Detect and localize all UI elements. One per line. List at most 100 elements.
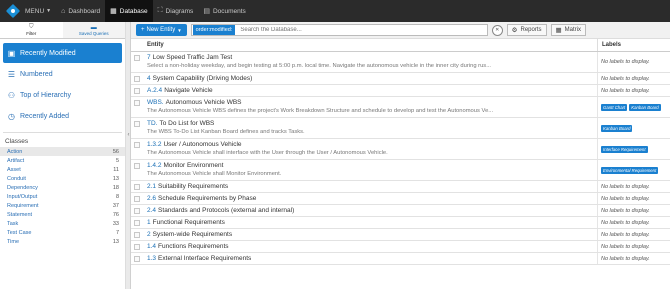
class-item[interactable]: Conduit 13 — [0, 174, 125, 183]
row-checkbox[interactable] — [134, 100, 140, 106]
entity-title[interactable]: 7 Low Speed Traffic Jam Test — [147, 54, 597, 62]
entity-cell[interactable]: 1 Functional Requirements — [143, 217, 597, 228]
entity-cell[interactable]: A.2.4 Navigate Vehicle — [143, 85, 597, 96]
entity-cell[interactable]: WBS. Autonomous Vehicle WBS The Autonomous… — [143, 97, 597, 117]
row-checkbox[interactable] — [134, 208, 140, 214]
label-badge[interactable]: Kanban Board — [601, 124, 633, 132]
row-checkbox[interactable] — [134, 184, 140, 190]
order-filter-chip[interactable]: order:modified: — [192, 25, 236, 35]
entity-name: Monitor Environment — [163, 162, 224, 169]
class-name: Conduit — [7, 175, 26, 182]
entity-title[interactable]: 1.4 Functions Requirements — [147, 243, 597, 251]
tab-saved-queries[interactable]: ▬ Saved Queries — [63, 22, 126, 38]
row-checkbox[interactable] — [134, 163, 140, 169]
matrix-button[interactable]: ▦ Matrix — [550, 24, 587, 36]
new-entity-button[interactable]: + New Entity ▼ — [136, 24, 187, 36]
table-row[interactable]: WBS. Autonomous Vehicle WBS The Autonomous… — [131, 97, 670, 118]
entity-cell[interactable]: 1.3.2 User / Autonomous Vehicle The Autono… — [143, 139, 597, 159]
class-item[interactable]: Test Case 7 — [0, 228, 125, 237]
row-checkbox[interactable] — [134, 142, 140, 148]
entity-number: 4 — [147, 75, 151, 82]
entity-title[interactable]: 2.6 Schedule Requirements by Phase — [147, 195, 597, 203]
table-row[interactable]: TD. To Do List for WBS The WBS To-Do List … — [131, 118, 670, 139]
table-row[interactable]: 4 System Capability (Driving Modes) No lab… — [131, 73, 670, 85]
entity-cell[interactable]: 2 System-wide Requirements — [143, 229, 597, 240]
table-row[interactable]: 2.6 Schedule Requirements by Phase No labe… — [131, 193, 670, 205]
table-row[interactable]: 1.4 Functions Requirements No labels to di… — [131, 241, 670, 253]
class-item[interactable]: Task 33 — [0, 219, 125, 228]
entity-cell[interactable]: TD. To Do List for WBS The WBS To-Do List … — [143, 118, 597, 138]
plus-icon: + — [141, 27, 145, 33]
entity-title[interactable]: 2.4 Standards and Protocols (external and… — [147, 207, 597, 215]
entity-cell[interactable]: 4 System Capability (Driving Modes) — [143, 73, 597, 84]
menu-button[interactable]: MENU ▼ — [20, 0, 56, 22]
entity-cell[interactable]: 1.4 Functions Requirements — [143, 241, 597, 252]
table-row[interactable]: A.2.4 Navigate Vehicle No labels to displa… — [131, 85, 670, 97]
row-checkbox[interactable] — [134, 88, 140, 94]
entity-title[interactable]: 1.3 External Interface Requirements — [147, 255, 597, 263]
entity-title[interactable]: 2 System-wide Requirements — [147, 231, 597, 239]
row-checkbox[interactable] — [134, 196, 140, 202]
entity-cell[interactable]: 7 Low Speed Traffic Jam Test Select a non-… — [143, 52, 597, 72]
class-item[interactable]: Dependency 18 — [0, 183, 125, 192]
table-row[interactable]: 1.4.2 Monitor Environment The Autonomous V… — [131, 160, 670, 181]
table-row[interactable]: 1.3 External Interface Requirements No lab… — [131, 253, 670, 265]
nav-dashboard[interactable]: ⌂ Dashboard — [56, 0, 105, 22]
class-item[interactable]: Requirement 37 — [0, 201, 125, 210]
row-checkbox[interactable] — [134, 256, 140, 262]
quick-filter-numbered[interactable]: ☰ Numbered — [3, 64, 122, 84]
entity-title[interactable]: WBS. Autonomous Vehicle WBS — [147, 99, 597, 107]
classes-heading: Classes — [5, 138, 29, 145]
table-row[interactable]: 2.4 Standards and Protocols (external and… — [131, 205, 670, 217]
entity-title[interactable]: 2.1 Suitability Requirements — [147, 183, 597, 191]
label-badge[interactable]: Gantt Chart — [601, 103, 628, 111]
table-row[interactable]: 1 Functional Requirements No labels to dis… — [131, 217, 670, 229]
search-input[interactable] — [240, 27, 487, 33]
reports-button[interactable]: ⚙ Reports — [506, 24, 547, 36]
class-item[interactable]: Time 13 — [0, 237, 125, 246]
row-checkbox[interactable] — [134, 232, 140, 238]
entity-number: TD. — [147, 120, 158, 127]
row-checkbox[interactable] — [134, 244, 140, 250]
table-row[interactable]: 7 Low Speed Traffic Jam Test Select a non-… — [131, 52, 670, 73]
no-labels-text: No labels to display. — [601, 87, 650, 94]
row-checkbox[interactable] — [134, 76, 140, 82]
tab-filter[interactable]: ⛉ Filter — [0, 22, 63, 38]
quick-filter-recently-modified[interactable]: ▣ Recently Modified — [3, 43, 122, 63]
entity-title[interactable]: 4 System Capability (Driving Modes) — [147, 75, 597, 83]
clear-search-button[interactable]: ✕ — [491, 24, 503, 36]
row-checkbox[interactable] — [134, 220, 140, 226]
row-checkbox[interactable] — [134, 55, 140, 61]
class-item[interactable]: Artifact 5 — [0, 156, 125, 165]
class-item[interactable]: Asset 11 — [0, 165, 125, 174]
entity-title[interactable]: 1.4.2 Monitor Environment — [147, 162, 597, 170]
table-row[interactable]: 1.3.2 User / Autonomous Vehicle The Autono… — [131, 139, 670, 160]
entity-cell[interactable]: 1.3 External Interface Requirements — [143, 253, 597, 264]
row-checkbox[interactable] — [134, 121, 140, 127]
entity-title[interactable]: A.2.4 Navigate Vehicle — [147, 87, 597, 95]
entity-title[interactable]: 1 Functional Requirements — [147, 219, 597, 227]
label-badge[interactable]: Environmental Requirement — [601, 166, 659, 174]
class-item[interactable]: Input/Output 8 — [0, 192, 125, 201]
entity-cell[interactable]: 1.4.2 Monitor Environment The Autonomous V… — [143, 160, 597, 180]
label-badge[interactable]: Kanban Board — [629, 103, 661, 111]
table-row[interactable]: 2 System-wide Requirements No labels to di… — [131, 229, 670, 241]
nav-diagrams[interactable]: ⛶ Diagrams — [153, 0, 199, 22]
column-header-entity[interactable]: Entity — [143, 39, 597, 51]
class-item[interactable]: Action 56 — [0, 147, 125, 156]
column-header-labels[interactable]: Labels — [597, 39, 670, 51]
nav-documents[interactable]: ▤ Documents — [198, 0, 251, 22]
row-checkbox-cell — [131, 118, 143, 138]
entity-cell[interactable]: 2.6 Schedule Requirements by Phase — [143, 193, 597, 204]
nav-database[interactable]: ▦ Database — [105, 0, 153, 22]
label-badge[interactable]: Interface Requirement — [601, 145, 648, 153]
entity-cell[interactable]: 2.4 Standards and Protocols (external and… — [143, 205, 597, 216]
entity-name: Schedule Requirements by Phase — [158, 195, 257, 202]
entity-title[interactable]: 1.3.2 User / Autonomous Vehicle — [147, 141, 597, 149]
entity-cell[interactable]: 2.1 Suitability Requirements — [143, 181, 597, 192]
table-row[interactable]: 2.1 Suitability Requirements No labels to … — [131, 181, 670, 193]
quick-filter-top-of-hierarchy[interactable]: ⚇ Top of Hierarchy — [3, 85, 122, 105]
entity-title[interactable]: TD. To Do List for WBS — [147, 120, 597, 128]
quick-filter-recently-added[interactable]: ◷ Recently Added — [3, 106, 122, 126]
class-item[interactable]: Statement 76 — [0, 210, 125, 219]
